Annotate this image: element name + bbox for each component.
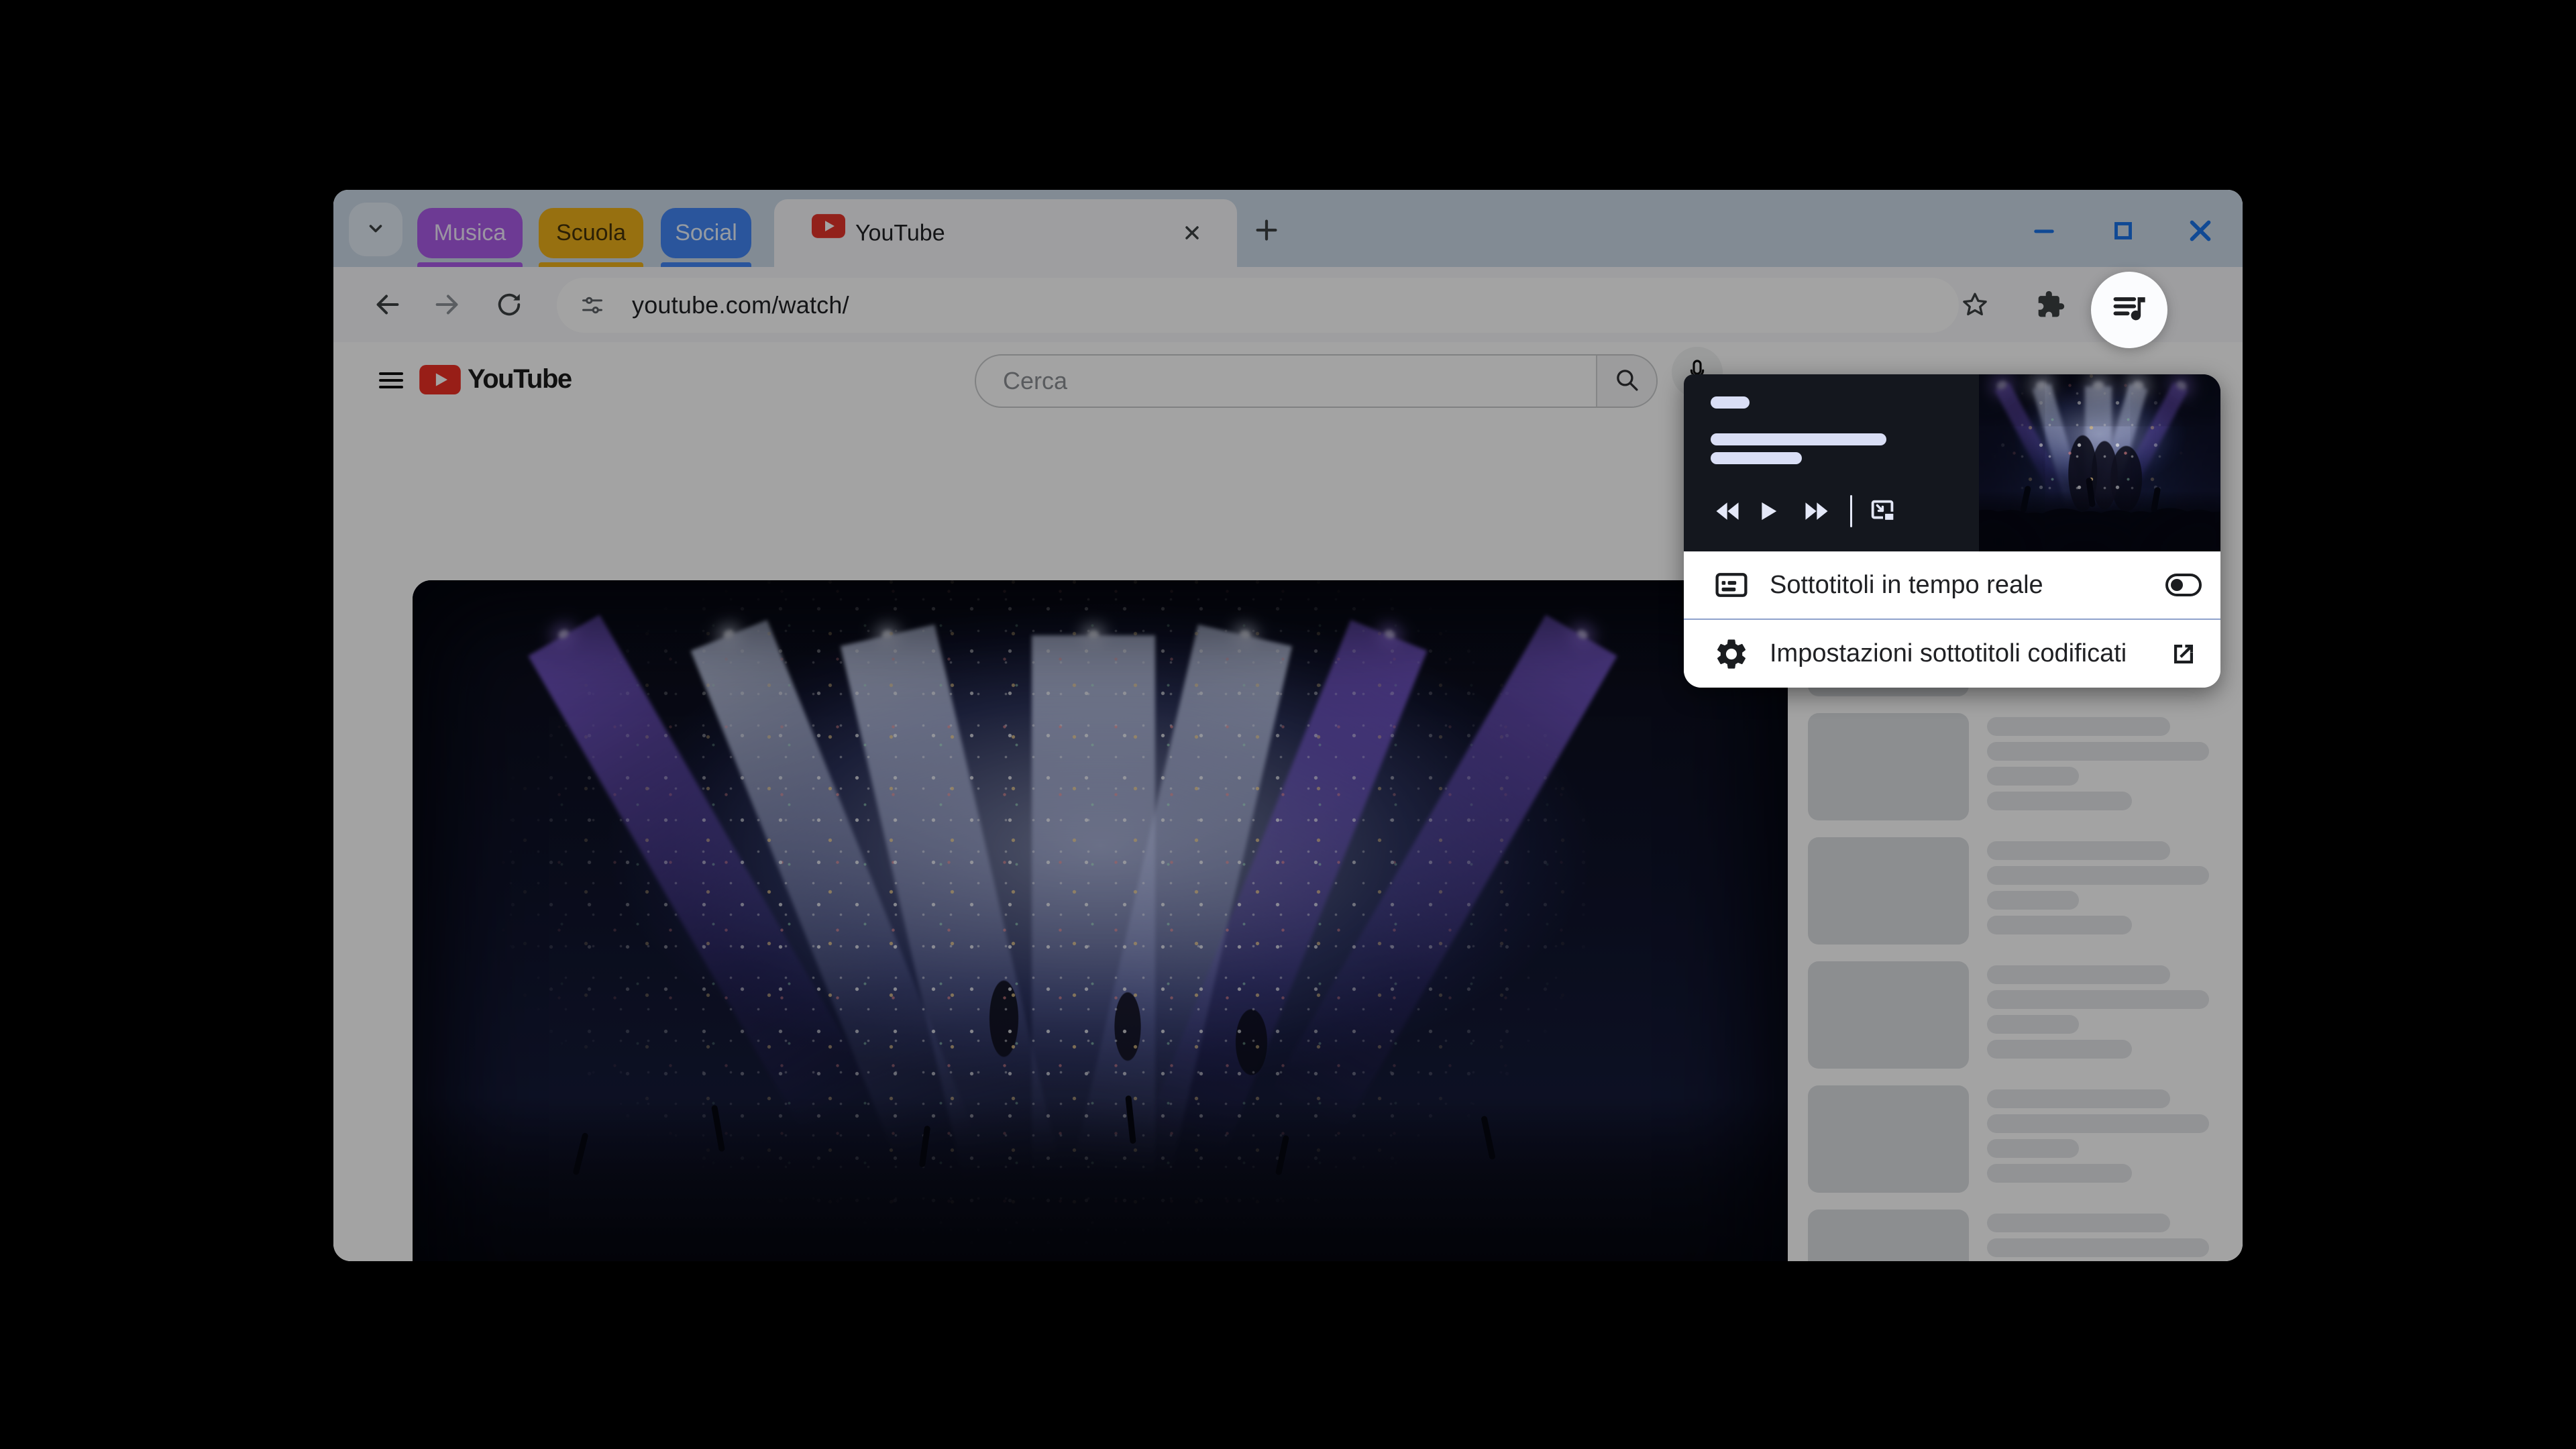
media-controls-popup: Sottotitoli in tempo reale Impostazioni … [1684, 374, 2220, 688]
media-title-placeholder [1711, 396, 1750, 409]
play-button[interactable] [1753, 496, 1784, 527]
desktop-background: Musica Scuola Social YouTube youtube.com… [0, 0, 2576, 1449]
media-text-placeholder [1711, 452, 1802, 464]
open-in-new-icon [2167, 638, 2200, 670]
media-text-placeholder [1711, 433, 1886, 445]
media-controls-button[interactable] [2091, 272, 2167, 348]
browser-window: Musica Scuola Social YouTube youtube.com… [333, 190, 2243, 1261]
picture-in-picture-button[interactable] [1868, 496, 1898, 527]
live-caption-icon [1713, 567, 1750, 603]
next-track-button[interactable] [1801, 496, 1832, 527]
dim-overlay [333, 190, 2243, 1261]
media-artwork [1979, 374, 2220, 551]
live-caption-label: Sottotitoli in tempo reale [1770, 570, 2043, 599]
media-playlist-music-icon [2110, 289, 2149, 331]
live-caption-toggle[interactable] [2165, 574, 2202, 596]
controls-divider [1850, 495, 1852, 527]
media-session-card [1684, 374, 2220, 551]
previous-track-button[interactable] [1712, 496, 1743, 527]
caption-settings-row[interactable]: Impostazioni sottotitoli codificati [1684, 620, 2220, 688]
caption-settings-label: Impostazioni sottotitoli codificati [1770, 639, 2127, 667]
live-caption-row[interactable]: Sottotitoli in tempo reale [1684, 551, 2220, 619]
gear-icon [1713, 636, 1750, 672]
